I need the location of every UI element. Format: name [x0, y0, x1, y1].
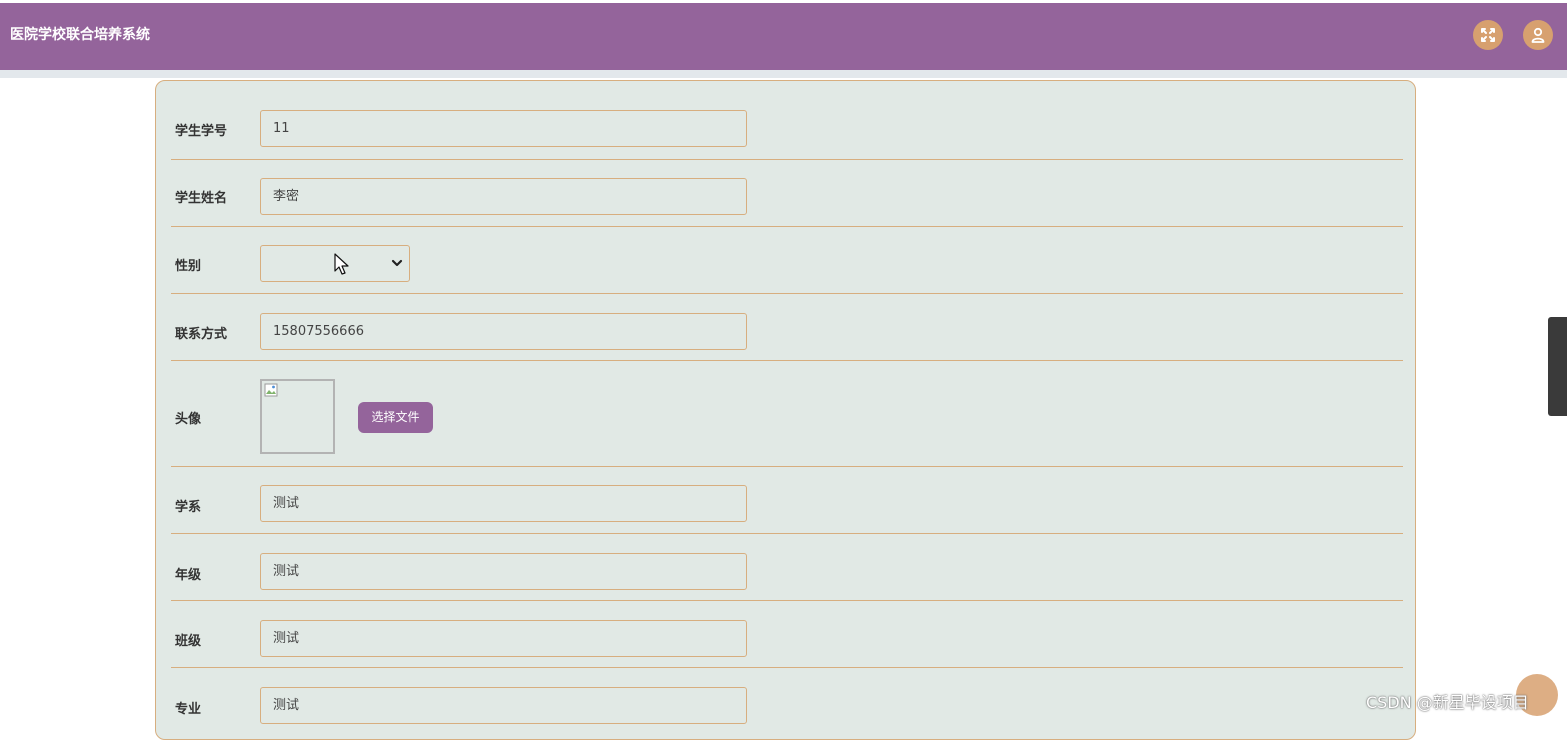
form-row-class: 班级 测试 — [171, 600, 1403, 668]
field-label: 头像 — [175, 412, 202, 427]
field-label: 班级 — [175, 634, 202, 649]
form-row-phone: 联系方式 15807556666 — [171, 293, 1403, 361]
form-row-major: 专业 测试 — [171, 667, 1403, 737]
department-input[interactable]: 测试 — [260, 485, 747, 522]
field-label: 学生姓名 — [175, 191, 228, 206]
class-input[interactable]: 测试 — [260, 620, 747, 657]
form-row-avatar: 头像 选择文件 — [171, 360, 1403, 467]
user-icon — [1531, 27, 1545, 43]
student-name-input[interactable]: 李密 — [260, 178, 747, 215]
header-divider — [0, 70, 1567, 78]
user-menu-button[interactable] — [1523, 20, 1553, 50]
field-label: 性别 — [175, 259, 202, 274]
watermark: CSDN @新星毕设项目 — [1366, 693, 1529, 712]
form-row-student-name: 学生姓名 李密 — [171, 159, 1403, 227]
form-row-gender: 性别 — [171, 226, 1403, 294]
phone-input[interactable]: 15807556666 — [260, 313, 747, 350]
broken-image-icon — [264, 383, 278, 397]
field-label: 联系方式 — [175, 327, 228, 342]
chevron-down-icon — [391, 259, 403, 267]
form-row-student-id: 学生学号 11 — [171, 81, 1403, 160]
side-panel-tab[interactable] — [1548, 317, 1567, 416]
fullscreen-button[interactable] — [1473, 20, 1503, 50]
field-label: 学系 — [175, 500, 202, 515]
avatar-preview — [260, 379, 335, 454]
choose-file-button[interactable]: 选择文件 — [358, 402, 433, 433]
form-row-grade: 年级 测试 — [171, 533, 1403, 601]
top-bar: 医院学校联合培养系统 — [0, 3, 1567, 70]
app-title: 医院学校联合培养系统 — [10, 27, 150, 43]
field-label: 年级 — [175, 568, 202, 583]
student-id-input[interactable]: 11 — [260, 110, 747, 147]
grade-input[interactable]: 测试 — [260, 553, 747, 590]
form-row-department: 学系 测试 — [171, 466, 1403, 534]
major-input[interactable]: 测试 — [260, 687, 747, 724]
student-edit-form: 学生学号 11 学生姓名 李密 性别 联系方式 15807556666 头像 选… — [155, 80, 1416, 740]
fullscreen-icon — [1481, 28, 1495, 42]
field-label: 专业 — [175, 702, 202, 717]
field-label: 学生学号 — [175, 124, 228, 139]
mouse-cursor-icon — [334, 253, 349, 275]
